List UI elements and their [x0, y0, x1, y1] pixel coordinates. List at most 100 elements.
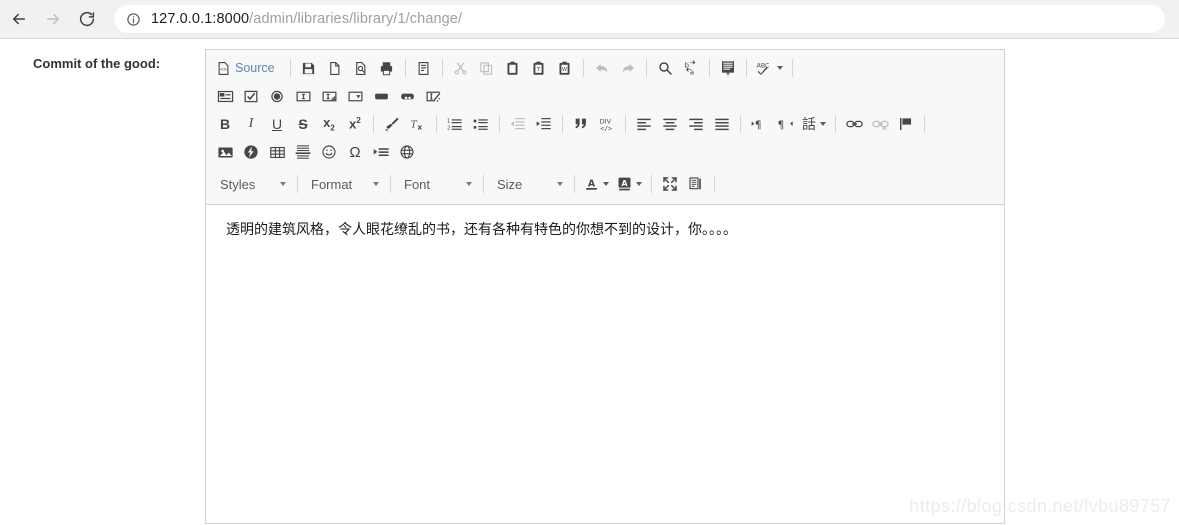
back-button[interactable] — [4, 4, 34, 34]
language-button[interactable]: 話 — [798, 112, 830, 136]
address-bar[interactable]: 127.0.0.1:8000/admin/libraries/library/1… — [114, 5, 1165, 33]
print-button[interactable] — [374, 56, 400, 80]
templates-icon — [416, 61, 431, 76]
text-field-button[interactable] — [290, 84, 316, 108]
outdent-button[interactable] — [505, 112, 531, 136]
redo-button[interactable] — [615, 56, 641, 80]
horizontal-rule-icon — [295, 144, 311, 160]
italic-button[interactable]: I — [238, 112, 264, 136]
chevron-down-icon[interactable] — [776, 66, 783, 70]
source-button[interactable]: <> Source — [212, 56, 285, 80]
remove-format-button[interactable] — [379, 112, 405, 136]
scissors-icon — [453, 61, 468, 76]
underline-glyph: U — [271, 116, 283, 132]
paste-from-word-button[interactable]: W — [552, 56, 578, 80]
justify-button[interactable] — [709, 112, 735, 136]
chevron-down-icon[interactable] — [820, 122, 826, 126]
smiley-button[interactable] — [316, 140, 342, 164]
clipboard-word-icon: W — [557, 61, 572, 76]
save-floppy-icon — [301, 61, 316, 76]
indent-button[interactable] — [531, 112, 557, 136]
font-dropdown[interactable]: Font — [396, 172, 478, 196]
hidden-field-button[interactable] — [420, 84, 446, 108]
chevron-down-icon[interactable] — [603, 182, 609, 186]
toolbar-row-2 — [212, 82, 998, 110]
save-button[interactable] — [296, 56, 322, 80]
bold-button[interactable]: B — [212, 112, 238, 136]
new-page-button[interactable] — [322, 56, 348, 80]
image-button[interactable] — [212, 140, 238, 164]
align-center-button[interactable] — [657, 112, 683, 136]
div-container-button[interactable]: DIV </> — [594, 112, 620, 136]
separator — [404, 59, 406, 77]
watermark: https://blog.csdn.net/lvbu89757 — [909, 496, 1171, 516]
reload-button[interactable] — [72, 4, 102, 34]
iframe-button[interactable] — [394, 140, 420, 164]
table-button[interactable] — [264, 140, 290, 164]
link-button[interactable] — [841, 112, 867, 136]
page-break-button[interactable] — [368, 140, 394, 164]
ltr-icon: ¶ — [751, 116, 768, 132]
text-color-button[interactable]: A — [580, 172, 613, 196]
undo-button[interactable] — [589, 56, 615, 80]
button-button[interactable] — [368, 84, 394, 108]
select-all-button[interactable] — [715, 56, 741, 80]
blockquote-button[interactable] — [568, 112, 594, 136]
templates-button[interactable] — [411, 56, 437, 80]
strikethrough-button[interactable]: S — [290, 112, 316, 136]
copy-formatting-button[interactable]: Tx — [405, 112, 431, 136]
size-dropdown[interactable]: Size — [489, 172, 569, 196]
textarea-button[interactable] — [316, 84, 342, 108]
show-blocks-button[interactable] — [683, 172, 709, 196]
site-info-icon[interactable] — [126, 12, 141, 27]
align-right-button[interactable] — [683, 112, 709, 136]
anchor-button[interactable] — [893, 112, 919, 136]
find-button[interactable] — [652, 56, 678, 80]
separator — [651, 175, 652, 193]
special-character-button[interactable]: Ω — [342, 140, 368, 164]
maximize-icon — [662, 176, 678, 192]
checkbox-button[interactable] — [238, 84, 264, 108]
radio-button-button[interactable] — [264, 84, 290, 108]
form-button[interactable] — [212, 84, 238, 108]
image-button-icon — [399, 89, 416, 104]
unlink-button[interactable] — [867, 112, 893, 136]
paste-button[interactable] — [500, 56, 526, 80]
separator — [791, 59, 793, 77]
preview-button[interactable] — [348, 56, 374, 80]
cut-button[interactable] — [448, 56, 474, 80]
styles-dropdown[interactable]: Styles — [212, 172, 292, 196]
format-dropdown[interactable]: Format — [303, 172, 385, 196]
numbered-list-button[interactable]: 12 — [442, 112, 468, 136]
screenshot-root: 127.0.0.1:8000/admin/libraries/library/1… — [0, 0, 1179, 525]
ckeditor-widget: <> Source T W b a ABC B I U S x2 x2 T x … — [205, 49, 1005, 524]
paste-as-text-button[interactable]: T — [526, 56, 552, 80]
text-direction-ltr-button[interactable]: ¶ — [746, 112, 772, 136]
about-button[interactable] — [720, 172, 746, 196]
forward-button[interactable] — [38, 4, 68, 34]
spell-check-button[interactable]: ABC — [752, 56, 787, 80]
separator — [582, 59, 584, 77]
align-left-button[interactable] — [631, 112, 657, 136]
svg-text:T: T — [411, 119, 418, 130]
editor-content-area[interactable]: 透明的建筑风格，令人眼花缭乱的书，还有各种有特色的你想不到的设计，你。。。。 — [206, 205, 1004, 508]
bulleted-list-button[interactable] — [468, 112, 494, 136]
copy-button[interactable] — [474, 56, 500, 80]
background-color-button[interactable]: A — [613, 172, 646, 196]
svg-text:x: x — [417, 122, 422, 131]
image-button-button[interactable] — [394, 84, 420, 108]
chevron-down-icon[interactable] — [636, 182, 642, 186]
text-direction-rtl-button[interactable]: ¶ — [772, 112, 798, 136]
background-color-icon: A — [617, 176, 632, 192]
svg-text:¶: ¶ — [777, 120, 784, 132]
horizontal-rule-button[interactable] — [290, 140, 316, 164]
maximize-button[interactable] — [657, 172, 683, 196]
search-icon — [657, 60, 673, 76]
underline-button[interactable]: U — [264, 112, 290, 136]
superscript-button[interactable]: x2 — [342, 112, 368, 136]
select-field-button[interactable] — [342, 84, 368, 108]
hidden-field-icon — [425, 89, 442, 104]
replace-button[interactable]: ba — [678, 56, 704, 80]
subscript-button[interactable]: x2 — [316, 112, 342, 136]
flash-button[interactable] — [238, 140, 264, 164]
